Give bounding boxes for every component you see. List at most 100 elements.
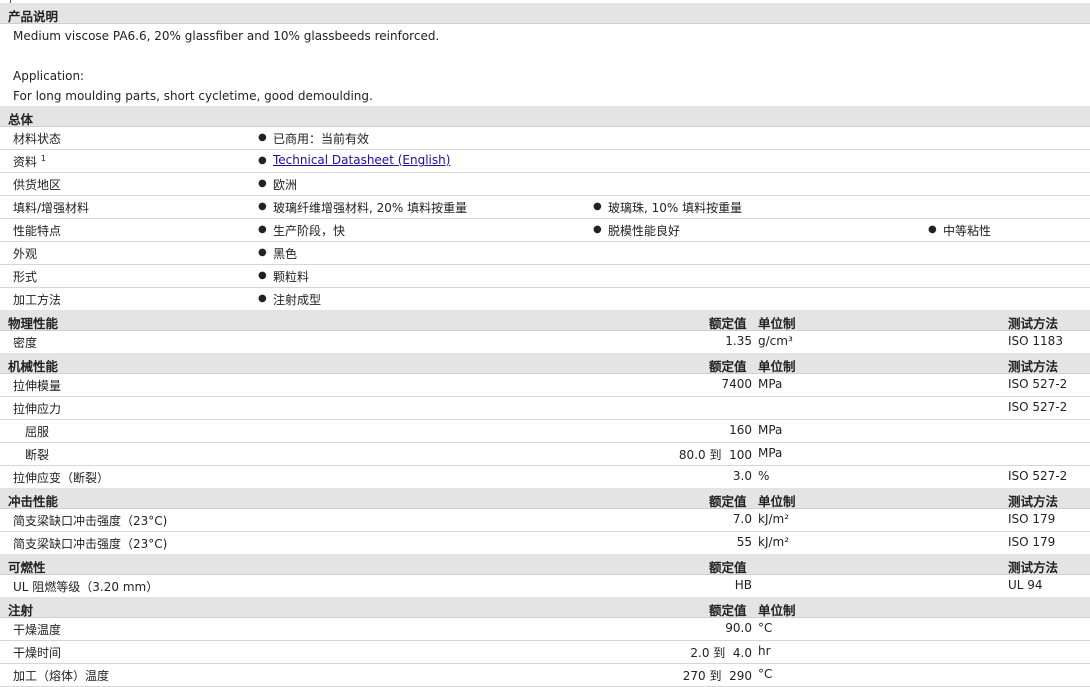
row-value: 玻璃珠, 10% 填料按重量 bbox=[608, 201, 743, 215]
row-method: ISO 527-2 bbox=[1008, 400, 1068, 414]
row-method: UL 94 bbox=[1008, 578, 1043, 592]
technical-datasheet-link[interactable]: Technical Datasheet (English) bbox=[273, 153, 450, 167]
row-value: 55 bbox=[736, 535, 752, 549]
row-label: 材料状态 bbox=[13, 132, 62, 146]
section-title: 总体 bbox=[8, 112, 34, 127]
row-method: ISO 527-2 bbox=[1008, 469, 1068, 483]
property-row: UL 阻燃等级（3.20 mm） HB UL 94 bbox=[0, 575, 1090, 598]
row-label: 拉伸应力 bbox=[13, 402, 62, 416]
row-label: 拉伸应变（断裂） bbox=[13, 471, 110, 485]
row-unit: kJ/m² bbox=[758, 535, 790, 549]
section-title: 可燃性 bbox=[8, 560, 46, 575]
column-header-value: 额定值 bbox=[709, 359, 747, 374]
general-row: 资料 1 ● Technical Datasheet (English) bbox=[0, 150, 1090, 173]
property-row: 拉伸模量 7400 MPa ISO 527-2 bbox=[0, 374, 1090, 397]
bullet-icon: ● bbox=[258, 293, 267, 304]
property-row: 拉伸应力 ISO 527-2 bbox=[0, 397, 1090, 420]
general-row: 填料/增强材料 ● 玻璃纤维增强材料, 20% 填料按重量 ● 玻璃珠, 10%… bbox=[0, 196, 1090, 219]
description-line: Medium viscose PA6.6, 20% glassfiber and… bbox=[13, 29, 440, 43]
row-method: ISO 179 bbox=[1008, 535, 1056, 549]
row-value: HB bbox=[734, 578, 752, 592]
section-header-impact: 冲击性能 额定值 单位制 测试方法 bbox=[0, 488, 1090, 509]
row-label: 拉伸模量 bbox=[13, 379, 62, 393]
property-row: 简支梁缺口冲击强度（23°C) 7.0 kJ/m² ISO 179 bbox=[0, 509, 1090, 532]
row-value: 3.0 bbox=[732, 469, 752, 483]
section-header-product-description: 产品说明 bbox=[0, 3, 1090, 24]
column-header-unit: 单位制 bbox=[758, 359, 796, 374]
row-value: 玻璃纤维增强材料, 20% 填料按重量 bbox=[273, 201, 468, 215]
bullet-icon: ● bbox=[928, 224, 937, 235]
row-value: 生产阶段，快 bbox=[273, 224, 346, 238]
section-header-general: 总体 bbox=[0, 106, 1090, 127]
general-row: 外观 ● 黑色 bbox=[0, 242, 1090, 265]
row-value: 7400 bbox=[721, 377, 752, 391]
row-unit: kJ/m² bbox=[758, 512, 790, 526]
row-value: 270 到 290 bbox=[682, 669, 752, 683]
row-unit: °C bbox=[758, 621, 773, 635]
row-value: 2.0 到 4.0 bbox=[690, 646, 752, 660]
row-value: 已商用：当前有效 bbox=[273, 132, 370, 146]
row-value: 黑色 bbox=[273, 247, 298, 261]
column-header-method: 测试方法 bbox=[1008, 316, 1059, 331]
row-unit: hr bbox=[758, 644, 771, 658]
footnote-marker: 1 bbox=[40, 154, 46, 163]
bullet-icon: ● bbox=[258, 224, 267, 235]
row-label: 加工方法 bbox=[13, 293, 62, 307]
column-header-unit: 单位制 bbox=[758, 603, 796, 618]
bullet-icon: ● bbox=[258, 247, 267, 258]
general-row: 加工方法 ● 注射成型 bbox=[0, 288, 1090, 311]
column-header-value: 额定值 bbox=[709, 316, 747, 331]
row-unit: MPa bbox=[758, 377, 783, 391]
section-header-injection: 注射 额定值 单位制 bbox=[0, 597, 1090, 618]
row-label: 简支梁缺口冲击强度（23°C) bbox=[13, 514, 168, 528]
row-value: 90.0 bbox=[725, 621, 752, 635]
row-value: 注射成型 bbox=[273, 293, 322, 307]
property-row: 拉伸应变（断裂） 3.0 % ISO 527-2 bbox=[0, 466, 1090, 489]
property-row: 断裂 80.0 到 100 MPa bbox=[0, 443, 1090, 466]
general-row: 形式 ● 颗粒料 bbox=[0, 265, 1090, 288]
column-header-value: 额定值 bbox=[709, 603, 747, 618]
property-row: 简支梁缺口冲击强度（23°C) 55 kJ/m² ISO 179 bbox=[0, 532, 1090, 555]
section-header-physical: 物理性能 额定值 单位制 测试方法 bbox=[0, 310, 1090, 331]
column-header-method: 测试方法 bbox=[1008, 359, 1059, 374]
row-unit: % bbox=[758, 469, 770, 483]
section-title: 产品说明 bbox=[8, 9, 59, 24]
row-unit: g/cm³ bbox=[758, 334, 793, 348]
row-method: ISO 527-2 bbox=[1008, 377, 1068, 391]
row-label: 密度 bbox=[13, 336, 38, 350]
section-title: 物理性能 bbox=[8, 316, 59, 331]
row-label: 干燥温度 bbox=[13, 623, 62, 637]
row-label: 供货地区 bbox=[13, 178, 62, 192]
row-label: 干燥时间 bbox=[13, 646, 62, 660]
column-header-method: 测试方法 bbox=[1008, 560, 1059, 575]
property-row: 干燥温度 90.0 °C bbox=[0, 618, 1090, 641]
row-unit: MPa bbox=[758, 446, 783, 460]
section-title: 注射 bbox=[8, 603, 34, 618]
section-title: 机械性能 bbox=[8, 359, 59, 374]
row-label: 加工（熔体）温度 bbox=[13, 669, 110, 683]
application-label: Application: bbox=[13, 69, 85, 83]
section-header-mechanical: 机械性能 额定值 单位制 测试方法 bbox=[0, 353, 1090, 374]
row-value: 脱模性能良好 bbox=[608, 224, 681, 238]
row-value: 80.0 到 100 bbox=[678, 448, 752, 462]
bullet-icon: ● bbox=[258, 132, 267, 143]
column-header-value: 额定值 bbox=[709, 560, 747, 575]
column-header-method: 测试方法 bbox=[1008, 494, 1059, 509]
row-label: 屈服 bbox=[25, 425, 50, 439]
column-header-unit: 单位制 bbox=[758, 494, 796, 509]
bullet-icon: ● bbox=[593, 224, 602, 235]
column-header-value: 额定值 bbox=[709, 494, 747, 509]
bullet-icon: ● bbox=[258, 178, 267, 189]
row-method: ISO 1183 bbox=[1008, 334, 1063, 348]
row-unit: °C bbox=[758, 667, 773, 681]
row-label: 性能特点 bbox=[13, 224, 62, 238]
row-label: 填料/增强材料 bbox=[13, 201, 90, 215]
datasheet-link-wrap: Technical Datasheet (English) bbox=[273, 153, 450, 167]
row-label: 外观 bbox=[13, 247, 38, 261]
bullet-icon: ● bbox=[258, 201, 267, 212]
row-value: 1.35 bbox=[725, 334, 752, 348]
general-row: 材料状态 ● 已商用：当前有效 bbox=[0, 127, 1090, 150]
row-label: 资料 1 bbox=[13, 153, 46, 170]
bullet-icon: ● bbox=[593, 201, 602, 212]
section-title: 冲击性能 bbox=[8, 494, 59, 509]
